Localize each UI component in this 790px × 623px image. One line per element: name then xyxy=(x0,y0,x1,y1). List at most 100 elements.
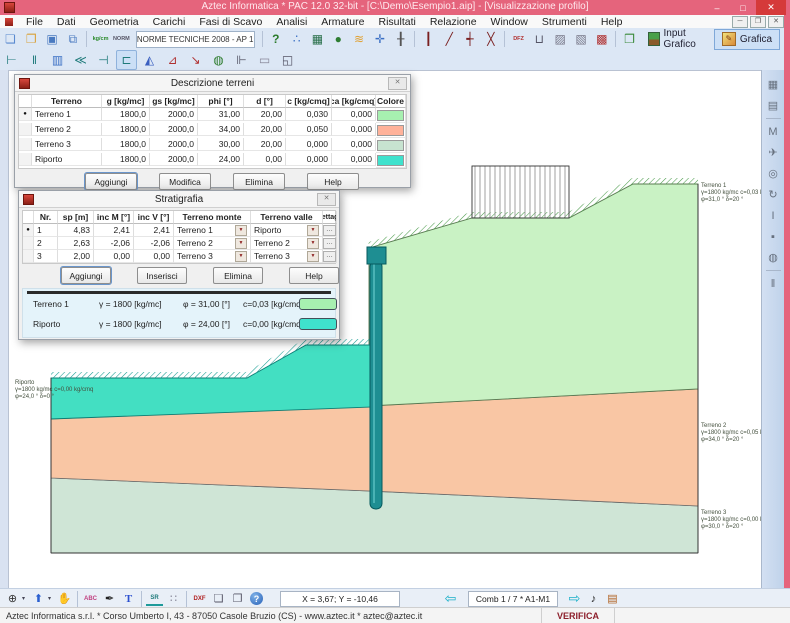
doc-clock-icon[interactable]: ❏ xyxy=(210,591,227,607)
menu-carichi[interactable]: Carichi xyxy=(146,16,193,28)
row-selector[interactable]: ● xyxy=(19,108,32,121)
columns-icon[interactable]: ‖ xyxy=(765,275,782,292)
frame-icon[interactable]: ▭ xyxy=(254,50,275,70)
menu-fasi-di-scavo[interactable]: Fasi di Scavo xyxy=(192,16,269,28)
wall-mesh-icon[interactable]: ▦ xyxy=(308,29,327,49)
dialog-close-icon[interactable]: ✕ xyxy=(317,193,336,206)
target-icon[interactable]: ◎ xyxy=(765,165,782,182)
monitor-icon[interactable]: ◱ xyxy=(277,50,298,70)
help-icon[interactable]: ? xyxy=(250,592,263,605)
grid-icon[interactable]: ▦ xyxy=(765,76,782,93)
text-cursor-icon[interactable]: I xyxy=(765,207,782,224)
open-file-icon[interactable]: ❐ xyxy=(22,29,41,49)
save-icon[interactable]: ▣ xyxy=(43,29,62,49)
zoom-dropdown-icon[interactable]: ▾ xyxy=(22,595,29,602)
pressure-diagram-icon[interactable]: ⊿ xyxy=(162,50,183,70)
menu-dati[interactable]: Dati xyxy=(50,16,83,28)
hatch-area2-icon[interactable]: ▧ xyxy=(572,29,591,49)
elimina-button[interactable]: Elimina xyxy=(233,173,285,190)
globe-icon[interactable]: ◍ xyxy=(765,249,782,266)
zoom-icon[interactable]: ⊕ xyxy=(4,591,21,607)
elimina-button[interactable]: Elimina xyxy=(213,267,263,284)
row-selector[interactable]: ● xyxy=(23,224,34,237)
calc-icon[interactable]: ▤ xyxy=(604,591,621,607)
material-icon[interactable]: M xyxy=(765,123,782,140)
stratigrafia-titlebar[interactable]: Stratigrafia ✕ xyxy=(19,191,339,208)
close-button[interactable]: ✕ xyxy=(756,0,786,15)
grafica-button[interactable]: ✎ Grafica xyxy=(714,29,780,50)
dialog-close-icon[interactable]: ✕ xyxy=(388,77,407,90)
soil-layers-icon[interactable]: ≋ xyxy=(350,29,369,49)
sheet-pile-icon[interactable]: ▥ xyxy=(47,50,68,70)
prev-combination-icon[interactable]: ⇦ xyxy=(442,591,459,607)
aggiungi-button[interactable]: Aggiungi xyxy=(61,267,111,284)
menu-armature[interactable]: Armature xyxy=(314,16,371,28)
maximize-button[interactable]: □ xyxy=(730,0,756,15)
pile-battered-icon[interactable]: ╳ xyxy=(481,29,500,49)
soil-name[interactable]: Terreno 1 xyxy=(32,108,102,121)
menu-window[interactable]: Window xyxy=(484,16,535,28)
menu-analisi[interactable]: Analisi xyxy=(269,16,314,28)
move-origin-icon[interactable]: ✛ xyxy=(370,29,389,49)
terreno-monte-select[interactable]: Terreno 2▼ xyxy=(174,237,251,250)
double-pile-icon[interactable]: ‖ xyxy=(24,50,45,70)
input-grafico-button[interactable]: Input Grafico xyxy=(640,29,714,50)
terreno-valle-select[interactable]: Terreno 2▼ xyxy=(251,237,323,250)
minimize-button[interactable]: – xyxy=(704,0,730,15)
section-icon[interactable]: ⊔ xyxy=(530,29,549,49)
node-editor-icon[interactable]: ∴ xyxy=(287,29,306,49)
vegetation-icon[interactable]: ● xyxy=(329,29,348,49)
soil-name[interactable]: Riporto xyxy=(32,153,102,166)
plane-icon[interactable]: ✈ xyxy=(765,144,782,161)
pile-moment-icon[interactable]: ⊩ xyxy=(231,50,252,70)
menu-help[interactable]: Help xyxy=(594,16,630,28)
print-area-icon[interactable]: ▤ xyxy=(765,97,782,114)
pile-inclined-icon[interactable]: ╱ xyxy=(440,29,459,49)
inserisci-button[interactable]: Inserisci xyxy=(137,267,187,284)
hand-icon[interactable]: ✋ xyxy=(56,591,73,607)
anchor-wall-icon[interactable]: ⊣ xyxy=(93,50,114,70)
menu-risultati[interactable]: Risultati xyxy=(371,16,422,28)
terreno-monte-select[interactable]: Terreno 3▼ xyxy=(174,250,251,263)
menu-strumenti[interactable]: Strumenti xyxy=(535,16,594,28)
save-all-icon[interactable]: ⧉ xyxy=(63,29,82,49)
normative-icon[interactable]: NORM xyxy=(112,29,131,49)
menu-file[interactable]: File xyxy=(19,16,50,28)
pile-data-icon[interactable]: ╂ xyxy=(391,29,410,49)
hatch-area-icon[interactable]: ▨ xyxy=(551,29,570,49)
menu-geometria[interactable]: Geometria xyxy=(83,16,146,28)
help-button[interactable]: Help xyxy=(307,173,359,190)
dots-tool-icon[interactable]: ∷ xyxy=(165,591,182,607)
slope-section-icon[interactable]: ◭ xyxy=(139,50,160,70)
units-icon[interactable]: kg/cm xyxy=(91,29,110,49)
normative-combo[interactable]: NORME TECNICHE 2008 - AP 1 xyxy=(136,31,255,48)
doc-preview-icon[interactable]: ❐ xyxy=(229,591,246,607)
phase-icon[interactable]: ♪ xyxy=(585,591,602,607)
pile-vertical-icon[interactable]: ┃ xyxy=(419,29,438,49)
dxf-export-icon[interactable]: DXF xyxy=(191,591,208,607)
pan-up-icon[interactable]: ⬆ xyxy=(30,591,47,607)
dark-box-icon[interactable]: ▪ xyxy=(765,228,782,245)
mdi-restore-button[interactable]: ❐ xyxy=(750,16,766,28)
displacement-icon[interactable]: ↘ xyxy=(185,50,206,70)
pointer-icon[interactable]: ✒ xyxy=(101,591,118,607)
rotate-icon[interactable]: ↻ xyxy=(765,186,782,203)
retaining-wall-icon[interactable]: ⊢ xyxy=(1,50,22,70)
soil-name[interactable]: Terreno 3 xyxy=(32,138,102,151)
mdi-minimize-button[interactable]: ─ xyxy=(732,16,748,28)
soil-name[interactable]: Terreno 2 xyxy=(32,123,102,136)
modifica-button[interactable]: Modifica xyxy=(159,173,211,190)
pile-raked-icon[interactable]: ┽ xyxy=(461,29,480,49)
terreno-valle-select[interactable]: Riporto▼ xyxy=(251,224,323,237)
load-dfz-icon[interactable]: DFZ xyxy=(509,29,528,49)
help-button[interactable]: Help xyxy=(289,267,339,284)
export-report-icon[interactable]: ❒ xyxy=(620,29,639,49)
terreno-monte-select[interactable]: Terreno 1▼ xyxy=(174,224,251,237)
pan-dropdown-icon[interactable]: ▾ xyxy=(48,595,55,602)
mesh-globe-icon[interactable]: ◍ xyxy=(208,50,229,70)
wall-question-icon[interactable]: ? xyxy=(266,29,285,49)
hatch-delete-icon[interactable]: ▩ xyxy=(592,29,611,49)
profile-view-icon[interactable]: ⊏ xyxy=(116,50,137,70)
sr-tool-icon[interactable]: SR xyxy=(146,592,163,606)
next-combination-icon[interactable]: ⇨ xyxy=(566,591,583,607)
